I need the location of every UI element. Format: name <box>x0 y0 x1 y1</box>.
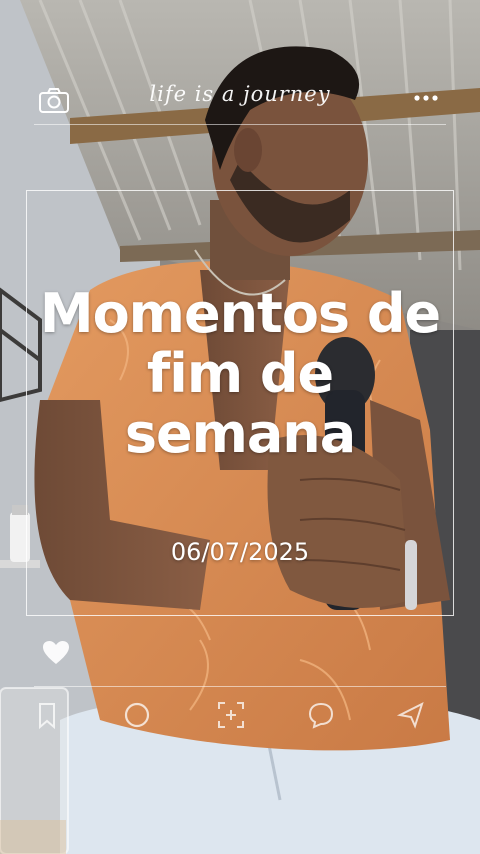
tagline: life is a journey <box>149 82 331 106</box>
bottom-divider <box>34 686 446 687</box>
top-divider <box>34 124 446 125</box>
more-icon[interactable] <box>412 90 440 106</box>
circle-icon[interactable] <box>122 700 152 730</box>
story-screen: life is a journey Momentos de fim de sem… <box>0 0 480 854</box>
heart-icon[interactable] <box>42 640 70 666</box>
send-icon[interactable] <box>396 700 426 730</box>
top-bar: life is a journey <box>0 78 480 125</box>
focus-add-icon[interactable] <box>216 700 246 730</box>
comment-icon[interactable] <box>306 700 336 730</box>
bookmark-icon[interactable] <box>32 700 62 730</box>
story-title: Momentos de fim de semana <box>39 282 441 465</box>
story-date: 06/07/2025 <box>170 538 310 566</box>
bottom-bar <box>0 686 480 746</box>
